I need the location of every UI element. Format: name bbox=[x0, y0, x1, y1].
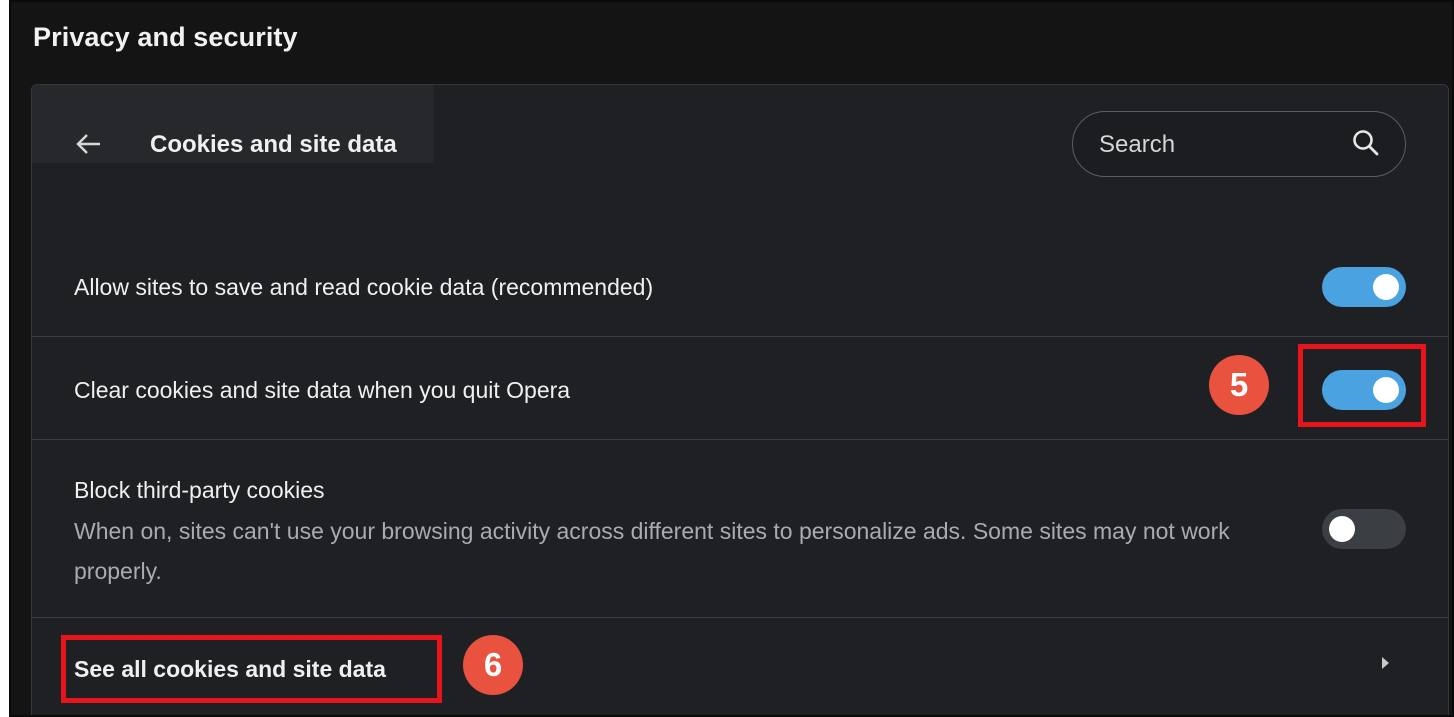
chevron-right-icon[interactable] bbox=[1382, 657, 1389, 669]
divider bbox=[32, 439, 1448, 440]
settings-window: Privacy and security Cookies and site da… bbox=[9, 0, 1454, 717]
search-icon[interactable] bbox=[1351, 128, 1381, 158]
setting-label-clear-on-quit: Clear cookies and site data when you qui… bbox=[74, 377, 571, 403]
search-box[interactable] bbox=[1072, 111, 1406, 177]
arrow-left-icon[interactable] bbox=[74, 127, 104, 161]
toggle-knob bbox=[1373, 274, 1399, 300]
step-badge-6: 6 bbox=[463, 635, 523, 695]
toggle-block-third-party[interactable] bbox=[1322, 509, 1406, 549]
divider bbox=[32, 336, 1448, 337]
step-badge-5: 5 bbox=[1209, 355, 1269, 415]
toggle-allow-cookies[interactable] bbox=[1322, 267, 1406, 307]
highlight-box-link bbox=[61, 635, 442, 703]
toggle-knob bbox=[1329, 516, 1355, 542]
highlight-box-toggle bbox=[1298, 344, 1426, 427]
search-input[interactable] bbox=[1097, 126, 1341, 164]
setting-description-block-third-party: When on, sites can't use your browsing a… bbox=[74, 518, 1230, 584]
section-title: Privacy and security bbox=[33, 22, 298, 52]
setting-label-allow-cookies: Allow sites to save and read cookie data… bbox=[74, 274, 654, 300]
setting-label-block-third-party: Block third-party cookies bbox=[74, 477, 325, 503]
page-title: Cookies and site data bbox=[150, 131, 397, 158]
